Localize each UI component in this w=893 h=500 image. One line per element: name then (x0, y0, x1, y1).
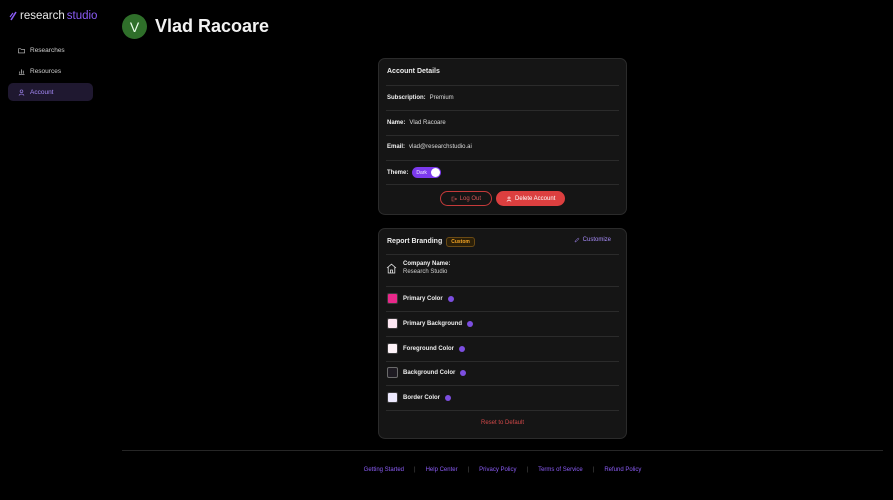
sidebar-item-resources[interactable]: Resources (8, 62, 93, 80)
name-label: Name: (387, 120, 406, 126)
divider (386, 361, 619, 362)
logout-label: Log Out (459, 195, 481, 202)
divider (386, 385, 619, 386)
account-actions: Log Out Delete Account (379, 191, 626, 206)
page-title: Vlad Racoare (155, 16, 270, 36)
theme-toggle[interactable]: Dark (412, 167, 442, 178)
delete-account-label: Delete Account (515, 195, 556, 202)
company-name-row: Company Name: Research Studio (386, 261, 450, 275)
footer-divider (122, 450, 883, 451)
footer-link-privacy-policy[interactable]: Privacy Policy (479, 467, 516, 473)
footer-link-getting-started[interactable]: Getting Started (364, 467, 404, 473)
logo-icon (9, 11, 17, 21)
divider (386, 254, 619, 255)
report-branding-card: Report Branding Custom Customize Company … (378, 228, 627, 439)
footer-separator: | (414, 467, 416, 473)
color-label: Background Color (403, 369, 456, 376)
company-name-value: Research Studio (403, 269, 448, 275)
color-swatch[interactable] (387, 293, 398, 304)
reset-to-default-button[interactable]: Reset to Default (379, 420, 626, 426)
color-row-primary[interactable]: Primary Color (387, 293, 454, 304)
name-row: Name: Vlad Racoare (387, 120, 446, 126)
subscription-value: Premium (429, 95, 454, 101)
pencil-icon (574, 237, 580, 243)
logout-icon (451, 196, 457, 201)
divider (386, 135, 619, 136)
theme-label: Theme: (387, 169, 409, 176)
info-icon[interactable] (459, 345, 465, 352)
color-swatch[interactable] (387, 343, 398, 354)
color-swatch[interactable] (387, 392, 398, 403)
theme-row: Theme: Dark (387, 167, 442, 178)
color-label: Border Color (403, 394, 441, 401)
subscription-row: Subscription: Premium (387, 95, 454, 101)
sidebar-item-researches[interactable]: Researches (8, 41, 93, 59)
divider (386, 311, 619, 312)
color-row-background[interactable]: Background Color (387, 367, 467, 378)
logout-button[interactable]: Log Out (439, 191, 492, 206)
name-value: Vlad Racoare (409, 120, 446, 126)
delete-account-button[interactable]: Delete Account (496, 191, 566, 206)
divider (386, 184, 619, 185)
branding-title: Report Branding (387, 238, 443, 245)
info-icon[interactable] (460, 369, 467, 376)
subscription-label: Subscription: (387, 95, 426, 101)
sidebar: research studio Researches Resources Acc… (0, 0, 100, 500)
footer-link-terms-of-service[interactable]: Terms of Service (538, 467, 583, 473)
info-icon[interactable] (445, 394, 452, 401)
divider (386, 85, 619, 86)
divider (386, 110, 619, 111)
customize-button[interactable]: Customize (574, 237, 611, 243)
footer-link-refund-policy[interactable]: Refund Policy (604, 467, 641, 473)
color-label: Primary Background (403, 320, 463, 327)
logo-word-research: research (20, 10, 65, 22)
info-icon[interactable] (467, 320, 474, 327)
bar-chart-icon (18, 68, 25, 75)
color-label: Foreground Color (403, 345, 454, 352)
divider (386, 286, 619, 287)
footer-separator: | (592, 467, 595, 473)
color-swatch[interactable] (387, 367, 398, 378)
sidebar-item-label: Account (30, 88, 54, 96)
card-title: Report Branding Custom (387, 237, 475, 247)
sidebar-item-label: Resources (30, 67, 62, 75)
folder-icon (18, 47, 25, 53)
color-row-primary-background[interactable]: Primary Background (387, 318, 474, 329)
email-value: vlad@researchstudio.ai (409, 144, 472, 150)
account-details-card: Account Details Subscription: Premium Na… (378, 58, 627, 215)
logo-word-studio: studio (66, 10, 98, 22)
email-row: Email: vlad@researchstudio.ai (387, 144, 472, 150)
building-icon (386, 263, 397, 273)
footer-separator: | (526, 467, 529, 473)
company-name-label: Company Name: (403, 261, 451, 267)
status-badge: Custom (446, 237, 475, 247)
info-icon[interactable] (447, 295, 454, 302)
sidebar-item-label: Researches (30, 46, 65, 54)
toggle-knob (431, 168, 441, 177)
sidebar-nav: Researches Resources Account (8, 41, 93, 104)
divider (386, 336, 619, 337)
user-icon (18, 89, 25, 96)
color-swatch[interactable] (387, 318, 398, 329)
logo[interactable]: research studio (9, 10, 97, 22)
app-root: research studio Researches Resources Acc… (0, 0, 893, 500)
color-row-border[interactable]: Border Color (387, 392, 452, 403)
card-title: Account Details (387, 68, 440, 75)
user-x-icon (506, 196, 512, 202)
theme-toggle-label: Dark (416, 169, 427, 176)
color-row-foreground[interactable]: Foreground Color (387, 343, 465, 354)
customize-label: Customize (582, 237, 611, 243)
color-label: Primary Color (403, 295, 443, 302)
avatar[interactable]: V (122, 14, 147, 39)
sidebar-item-account[interactable]: Account (8, 83, 93, 101)
footer-separator: | (467, 467, 470, 473)
email-label: Email: (387, 144, 406, 150)
divider (386, 410, 619, 411)
footer-link-help-center[interactable]: Help Center (426, 467, 458, 473)
divider (386, 160, 619, 161)
footer: Getting Started | Help Center | Privacy … (122, 467, 883, 473)
